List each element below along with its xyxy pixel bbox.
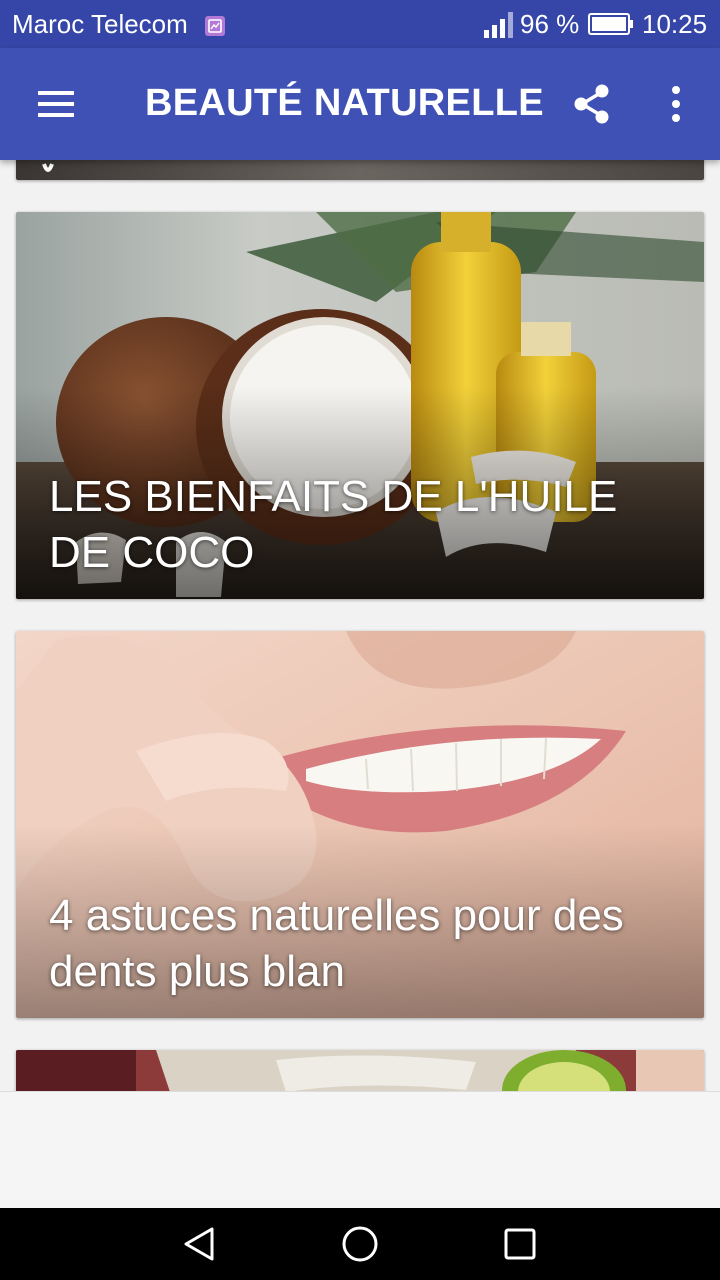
home-button[interactable] [340,1224,380,1264]
clock: 10:25 [642,9,708,39]
menu-button[interactable] [28,80,84,128]
article-feed[interactable]: LES BIENFAITS DE L'HUILE DE COCO 4 astuc… [0,160,720,1091]
app-title: BEAUTÉ NATURELLE [145,82,544,124]
share-icon [574,84,609,124]
system-nav-bar [0,1208,720,1280]
app-toolbar: BEAUTÉ NATURELLE [0,48,720,160]
carrier-name: Maroc Telecom [12,9,188,39]
article-title: LES BIENFAITS DE L'HUILE DE COCO [49,472,618,577]
article-image-partial [16,160,704,180]
battery-icon [588,12,634,43]
recents-icon [504,1228,536,1260]
share-button[interactable] [566,78,618,130]
empty-area [0,1091,720,1209]
menu-icon [38,91,74,117]
battery-percent: 96 % [520,9,580,39]
article-title: 4 astuces naturelles pour des dents plus… [49,891,624,996]
more-vert-icon [672,86,680,122]
article-card-partial[interactable] [16,1050,704,1091]
back-icon [184,1227,214,1261]
signal-icon [484,12,516,45]
article-card[interactable]: 4 astuces naturelles pour des dents plus… [16,631,704,1018]
sim-icon [204,13,226,36]
status-bar: Maroc Telecom 96 % 10:25 [0,0,720,48]
recents-button[interactable] [500,1224,540,1264]
article-card[interactable]: LES BIENFAITS DE L'HUILE DE COCO [16,212,704,599]
avocado-mask-photo [16,1050,704,1091]
back-button[interactable] [180,1224,220,1264]
article-card-partial[interactable] [16,160,704,180]
more-options-button[interactable] [656,78,696,130]
home-icon [342,1226,378,1262]
